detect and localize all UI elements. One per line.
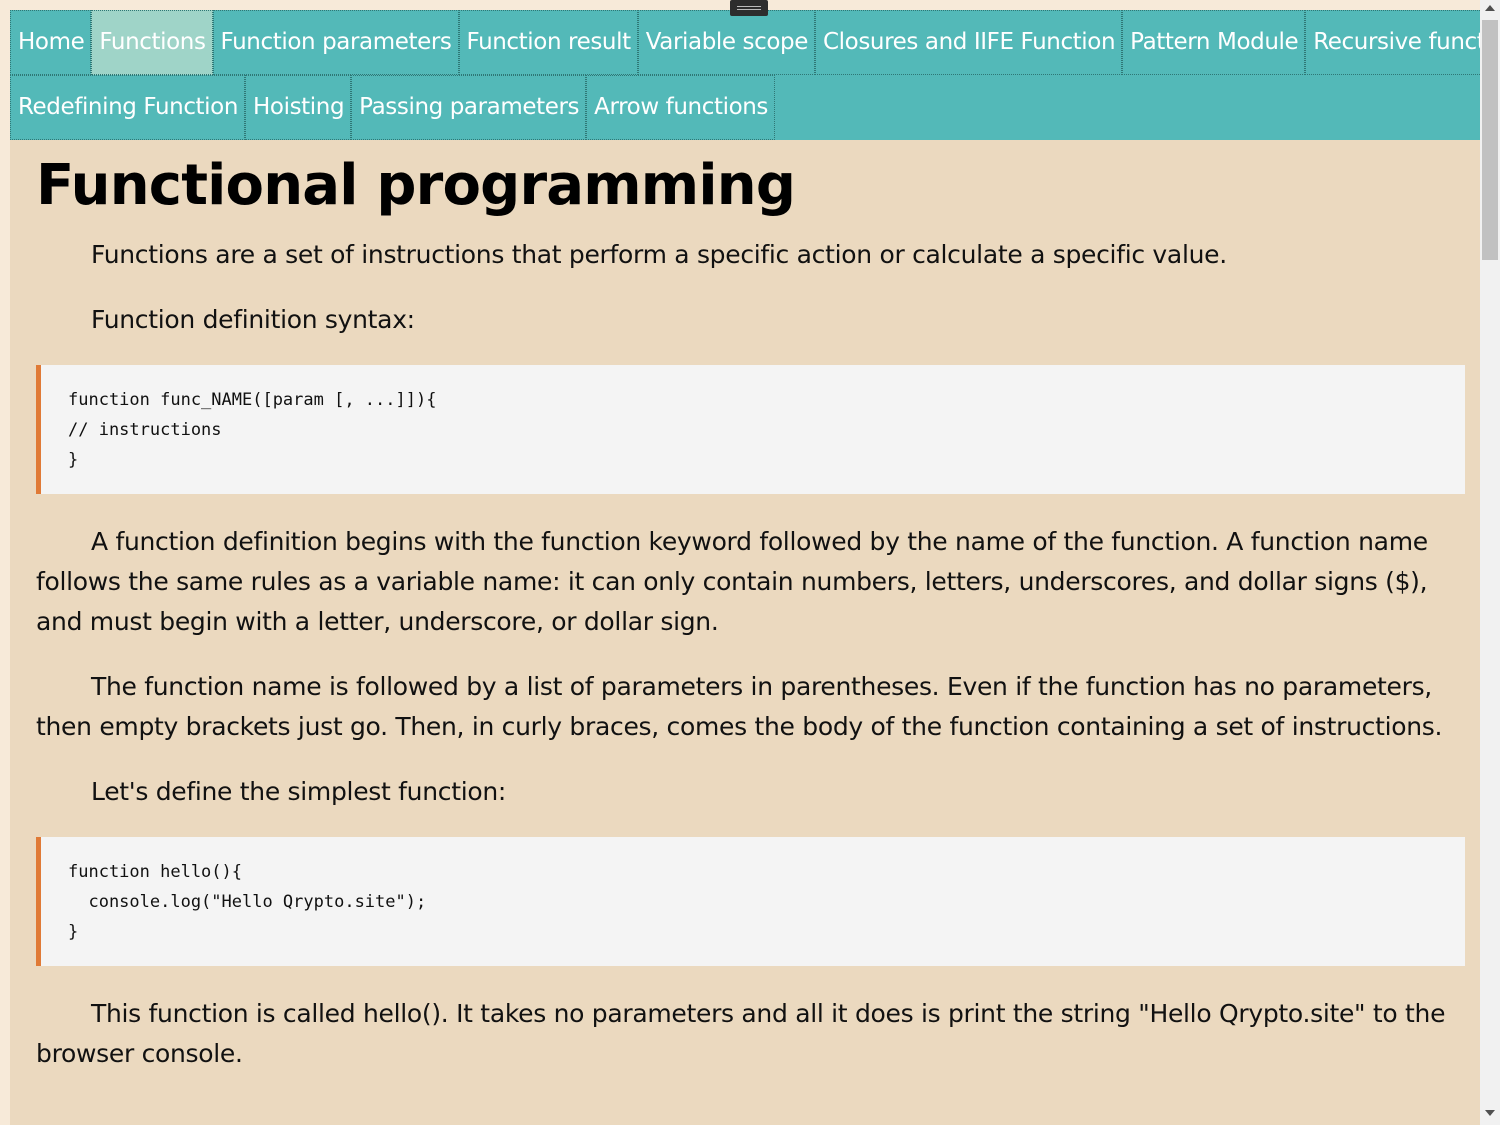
nav-item-function-parameters[interactable]: Function parameters — [212, 10, 459, 75]
scrollbar-thumb[interactable] — [1482, 20, 1498, 260]
nav-item-pattern-module[interactable]: Pattern Module — [1122, 10, 1306, 75]
syntax-label: Function definition syntax: — [91, 305, 415, 334]
page-title: Functional programming — [36, 153, 796, 218]
definition-paragraph: A function definition begins with the fu… — [36, 527, 1428, 636]
nav-item-hoisting[interactable]: Hoisting — [245, 75, 352, 140]
nav-row-2: Redefining Function Hoisting Passing par… — [10, 75, 776, 140]
page: Home Functions Function parameters Funct… — [10, 10, 1480, 1125]
nav-item-variable-scope[interactable]: Variable scope — [637, 10, 816, 75]
simplest-function-label: Let's define the simplest function: — [91, 777, 507, 806]
nav-item-functions[interactable]: Functions — [91, 10, 213, 75]
nav-item-home[interactable]: Home — [10, 10, 92, 75]
main-nav: Home Functions Function parameters Funct… — [10, 10, 1480, 140]
nav-item-closures-iife[interactable]: Closures and IIFE Function — [815, 10, 1123, 75]
nav-row-1: Home Functions Function parameters Funct… — [10, 10, 1480, 75]
hello-explanation-paragraph: This function is called hello(). It take… — [36, 999, 1446, 1068]
nav-item-passing-parameters[interactable]: Passing parameters — [351, 75, 587, 140]
parameters-paragraph: The function name is followed by a list … — [36, 672, 1443, 741]
scroll-down-arrow-icon[interactable] — [1485, 1110, 1495, 1116]
nav-item-function-result[interactable]: Function result — [458, 10, 638, 75]
code-block-hello: function hello(){ console.log("Hello Qry… — [36, 837, 1465, 966]
scroll-up-arrow-icon[interactable] — [1485, 5, 1495, 11]
main-content: Functional programming Functions are a s… — [36, 150, 1466, 1074]
intro-paragraph: Functions are a set of instructions that… — [91, 240, 1227, 269]
nav-item-recursive-function[interactable]: Recursive function — [1305, 10, 1480, 75]
code-block-syntax: function func_NAME([param [, ...]]){ // … — [36, 365, 1465, 494]
drag-handle-icon[interactable] — [730, 0, 768, 16]
nav-item-arrow-functions[interactable]: Arrow functions — [586, 75, 776, 140]
nav-item-redefining-function[interactable]: Redefining Function — [10, 75, 246, 140]
